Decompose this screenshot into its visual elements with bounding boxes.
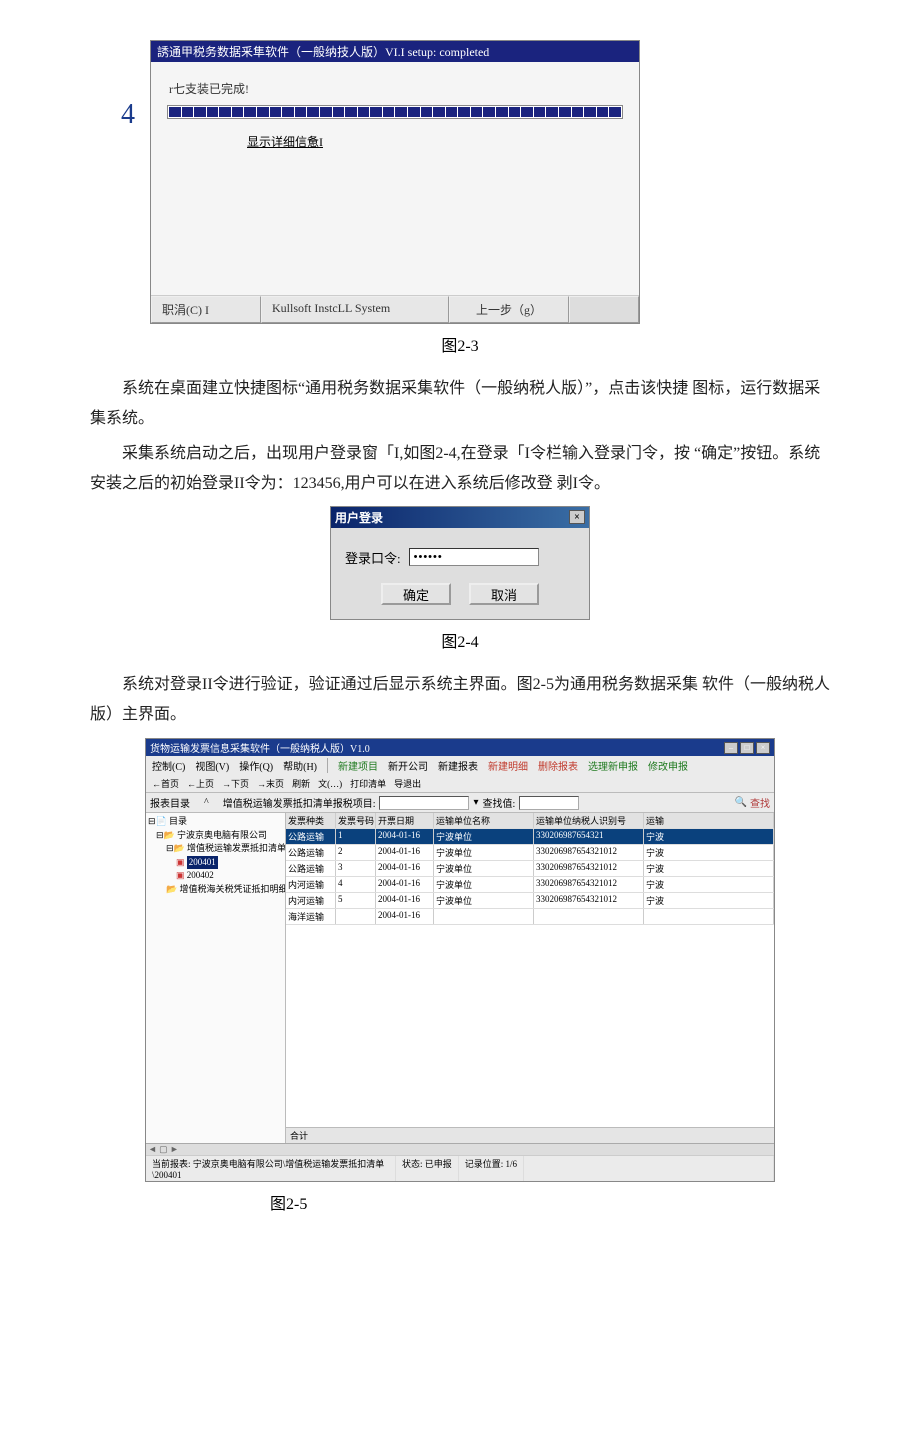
grid-row[interactable]: 内河运输 4 2004-01-16 宁波单位 33020698765432101… [286, 877, 774, 893]
close-button[interactable]: × [569, 510, 585, 524]
toolbar-item[interactable]: 修改申报 [648, 758, 688, 773]
tree-panel-label: 报表目录 [150, 795, 190, 810]
cancel-button[interactable]: 职涓(C) I [151, 296, 261, 323]
tree-node-company[interactable]: ⊟📂 宁波京奥电脑有限公司 [148, 829, 283, 843]
status-current-report: 当前报表: 宁波京奥电脑有限公司\增值税运输发票抵扣清单\200401 [146, 1156, 396, 1181]
installer-title-text: 誘通甲税务数据釆隼软件（一般纳技人版）VI.I setup: completed [157, 45, 489, 59]
tree-panel: ⊟📄 目录 ⊟📂 宁波京奥电脑有限公司 ⊟📂 增值税运输发票抵扣清单 ▣ 200… [146, 813, 286, 1143]
bar-handle-icon[interactable]: ^ [204, 797, 209, 808]
installer-window: 誘通甲税务数据釆隼软件（一般纳技人版）VI.I setup: completed… [150, 40, 640, 324]
progress-label: 4 [121, 99, 135, 131]
maximize-icon[interactable]: □ [740, 742, 754, 754]
main-window-titlebar: 货物运输发票信息采集软件（一般纳税人版）V1.0 – □ × [146, 739, 774, 756]
toolbar-item[interactable]: 新开公司 [388, 758, 428, 773]
status-record-position: 记录位置: 1/6 [459, 1156, 524, 1181]
password-label: 登录口令: [345, 548, 401, 567]
filter-project-input[interactable] [379, 796, 469, 810]
sub-toolbar: ←首页 ←上页 →下页 →末页 刷新 文(…) 打印清单 导退出 [146, 775, 774, 793]
grid-header-row: 发票种类 发票号码 开票日期 运输单位名称 运输单位纳税人识别号 运输 [286, 813, 774, 829]
col-header[interactable]: 开票日期 [376, 813, 434, 828]
search-button[interactable]: 🔍 查找 [735, 795, 770, 810]
tree-node-report2[interactable]: 📂 增值税海关税凭证抵扣明细 [148, 883, 283, 897]
col-header[interactable]: 运输单位纳税人识别号 [534, 813, 644, 828]
password-input[interactable] [409, 548, 539, 566]
dropdown-icon[interactable]: ▾ [473, 797, 478, 808]
tree-leaf-200402[interactable]: ▣ 200402 [148, 869, 283, 883]
nav-next[interactable]: →下页 [222, 777, 249, 790]
tool-extra[interactable]: 文(…) [318, 777, 342, 790]
login-title-text: 用户登录 [335, 509, 383, 526]
tree-root[interactable]: ⊟📄 目录 [148, 815, 283, 829]
status-state: 状态: 已申报 [396, 1156, 459, 1181]
filter-bar: 报表目录 ^ 增值税运输发票抵扣清单报税项目: ▾ 查找值: 🔍 查找 [146, 793, 774, 813]
menu-item[interactable]: 视图(V) [195, 758, 229, 773]
grid-row[interactable]: 公路运输 2 2004-01-16 宁波单位 33020698765432101… [286, 845, 774, 861]
menu-item[interactable]: 帮助(H) [283, 758, 317, 773]
refresh-button[interactable]: 刷新 [292, 777, 310, 790]
ok-button[interactable]: 确定 [381, 583, 451, 605]
show-details-link[interactable]: 显示详细信惫I [167, 133, 323, 150]
exit-button[interactable]: 导退出 [394, 777, 421, 790]
minimize-icon[interactable]: – [724, 742, 738, 754]
installer-footer: 职涓(C) I Kullsoft InstcLL System 上一步（g） [151, 295, 639, 323]
installer-titlebar: 誘通甲税务数据釆隼软件（一般纳技人版）VI.I setup: completed [151, 41, 639, 62]
grid-row[interactable]: 公路运输 3 2004-01-16 宁波单位 33020698765432101… [286, 861, 774, 877]
filter-label-2: 查找值: [483, 795, 516, 810]
caption-2-4: 图2-4 [70, 628, 850, 652]
toolbar-item[interactable]: 删除报表 [538, 758, 578, 773]
grid-row[interactable]: 内河运输 5 2004-01-16 宁波单位 33020698765432101… [286, 893, 774, 909]
main-window: 货物运输发票信息采集软件（一般纳税人版）V1.0 – □ × 控制(C) 视图(… [145, 738, 775, 1182]
filter-value-input[interactable] [519, 796, 579, 810]
col-header[interactable]: 运输 [644, 813, 774, 828]
print-button[interactable]: 打印清单 [350, 777, 386, 790]
grid-total-row: 合计 [286, 1127, 774, 1143]
grid-row[interactable]: 海洋运输 2004-01-16 [286, 909, 774, 925]
data-grid: 发票种类 发票号码 开票日期 运输单位名称 运输单位纳税人识别号 运输 公路运输… [286, 813, 774, 1143]
next-button-disabled [569, 296, 639, 323]
col-header[interactable]: 运输单位名称 [434, 813, 534, 828]
horizontal-scrollbar[interactable]: ◄ ▢ ► [146, 1143, 774, 1155]
caption-2-5: 图2-5 [270, 1190, 850, 1214]
tree-leaf-200401[interactable]: ▣ 200401 [148, 856, 283, 870]
grid-empty-area [286, 925, 774, 1127]
nav-first[interactable]: ←首页 [152, 777, 179, 790]
status-spacer [524, 1156, 774, 1181]
menubar: 控制(C) 视图(V) 操作(Q) 帮助(H) 新建项目 新开公司 新建报表 新… [146, 756, 774, 775]
paragraph-2: 采集系统启动之后，出现用户登录窗「I,如图2-4,在登录「I令栏输入登录门令，按… [90, 439, 830, 500]
toolbar-item[interactable]: 新建明细 [488, 758, 528, 773]
toolbar-item[interactable]: 新建项目 [338, 758, 378, 773]
menu-item[interactable]: 控制(C) [152, 758, 185, 773]
tree-node-report[interactable]: ⊟📂 增值税运输发票抵扣清单 [148, 842, 283, 856]
login-dialog: 用户登录 × 登录口令: 确定 取消 [330, 506, 590, 620]
paragraph-3: 系统对登录II令进行验证，验证通过后显示系统主界面。图2-5为通用税务数据采集 … [90, 670, 830, 731]
col-header[interactable]: 发票号码 [336, 813, 376, 828]
filter-label: 增值税运输发票抵扣清单报税项目: [223, 795, 376, 810]
cancel-button[interactable]: 取消 [469, 583, 539, 605]
close-icon[interactable]: × [756, 742, 770, 754]
progress-bar [167, 105, 623, 119]
paragraph-1: 系统在桌面建立快捷图标“通用税务数据采集软件（一般纳税人版）”，点击该快捷 图标… [90, 374, 830, 435]
nav-last[interactable]: →末页 [257, 777, 284, 790]
binoculars-icon: 🔍 [735, 797, 747, 808]
toolbar-item[interactable]: 新建报表 [438, 758, 478, 773]
login-titlebar: 用户登录 × [331, 507, 589, 528]
toolbar-item[interactable]: 选理新申报 [588, 758, 638, 773]
grid-row[interactable]: 公路运输 1 2004-01-16 宁波单位 330206987654321 宁… [286, 829, 774, 845]
main-window-title-text: 货物运输发票信息采集软件（一般纳税人版）V1.0 [150, 740, 370, 755]
back-button[interactable]: 上一步（g） [449, 296, 569, 323]
install-done-text: r七支装已完成! [167, 80, 623, 97]
menu-item[interactable]: 操作(Q) [239, 758, 273, 773]
caption-2-3: 图2-3 [70, 332, 850, 356]
search-button-label: 查找 [750, 795, 770, 810]
col-header[interactable]: 发票种类 [286, 813, 336, 828]
status-bar: 当前报表: 宁波京奥电脑有限公司\增值税运输发票抵扣清单\200401 状态: … [146, 1155, 774, 1181]
nav-prev[interactable]: ←上页 [187, 777, 214, 790]
installer-brand: Kullsoft InstcLL System [261, 296, 449, 323]
